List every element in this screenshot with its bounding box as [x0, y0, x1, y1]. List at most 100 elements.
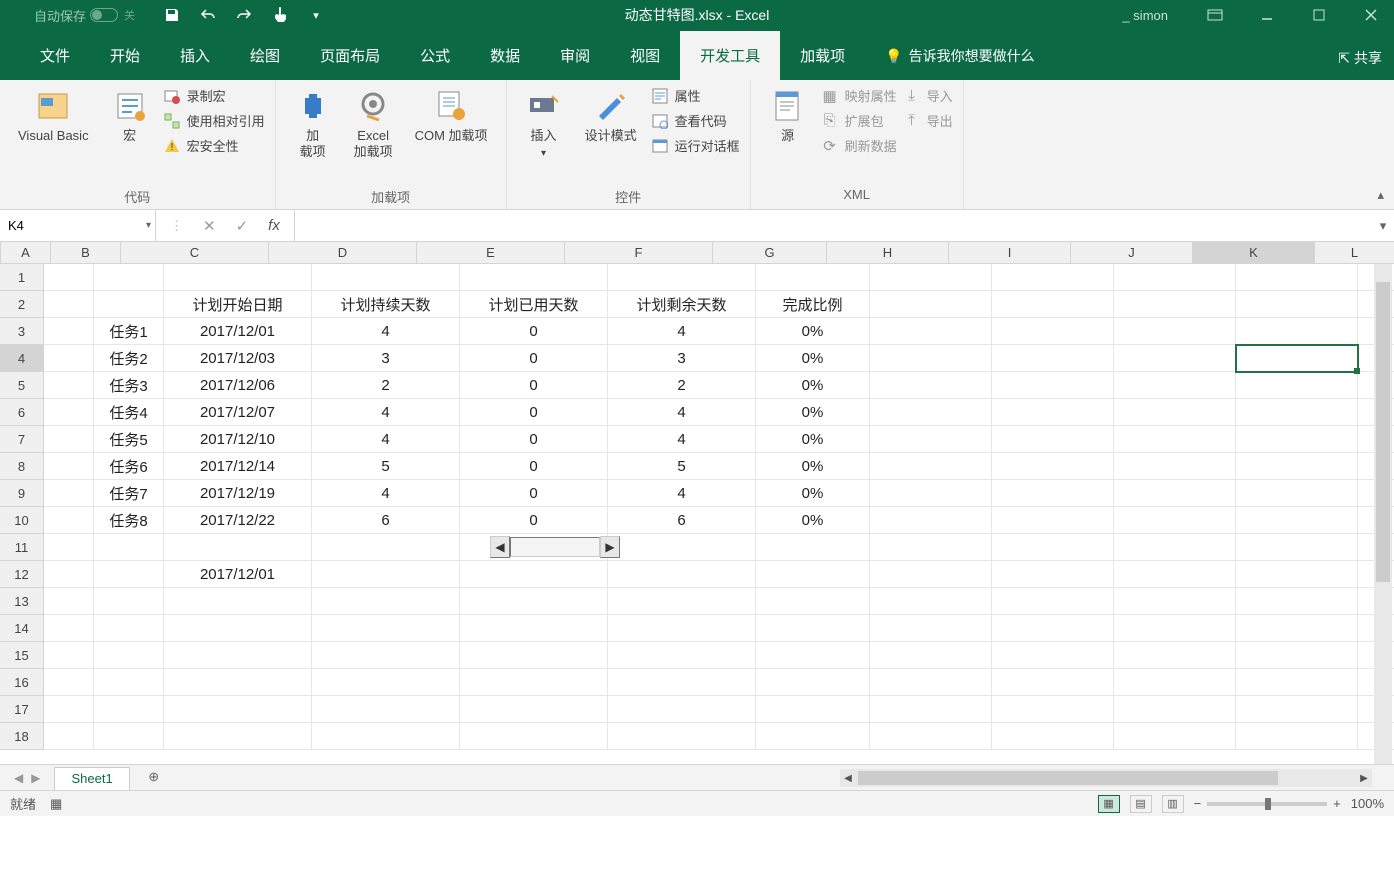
cell-C2[interactable]: 计划开始日期 [164, 291, 312, 318]
row-header-2[interactable]: 2 [0, 291, 44, 318]
cell-K2[interactable] [1236, 291, 1358, 318]
cell-G14[interactable] [756, 615, 870, 642]
cell-B18[interactable] [94, 723, 164, 750]
cell-E2[interactable]: 计划已用天数 [460, 291, 608, 318]
column-header-D[interactable]: D [269, 242, 417, 264]
row-header-15[interactable]: 15 [0, 642, 44, 669]
cell-G7[interactable]: 0% [756, 426, 870, 453]
cell-H15[interactable] [870, 642, 992, 669]
form-scrollbar-control[interactable]: ◀▶ [490, 536, 620, 558]
com-addins-button[interactable]: COM 加载项 [407, 84, 496, 187]
cell-A15[interactable] [44, 642, 94, 669]
cell-E4[interactable]: 0 [460, 345, 608, 372]
normal-view-button[interactable]: ▦ [1098, 795, 1120, 813]
cell-I3[interactable] [992, 318, 1114, 345]
cell-A8[interactable] [44, 453, 94, 480]
row-header-18[interactable]: 18 [0, 723, 44, 750]
cell-D7[interactable]: 4 [312, 426, 460, 453]
xml-source-button[interactable]: 源 [761, 84, 815, 187]
cell-C9[interactable]: 2017/12/19 [164, 480, 312, 507]
cell-A14[interactable] [44, 615, 94, 642]
cell-C8[interactable]: 2017/12/14 [164, 453, 312, 480]
cell-I9[interactable] [992, 480, 1114, 507]
cell-D17[interactable] [312, 696, 460, 723]
cell-G10[interactable]: 0% [756, 507, 870, 534]
cell-K9[interactable] [1236, 480, 1358, 507]
cell-B17[interactable] [94, 696, 164, 723]
cell-E14[interactable] [460, 615, 608, 642]
tab-formulas[interactable]: 公式 [400, 31, 470, 80]
cell-A10[interactable] [44, 507, 94, 534]
cell-H14[interactable] [870, 615, 992, 642]
tab-draw[interactable]: 绘图 [230, 31, 300, 80]
column-header-H[interactable]: H [827, 242, 949, 264]
cell-A1[interactable] [44, 264, 94, 291]
cell-K4[interactable] [1236, 345, 1358, 372]
row-header-3[interactable]: 3 [0, 318, 44, 345]
cell-G5[interactable]: 0% [756, 372, 870, 399]
scrollbar-left-icon[interactable]: ◀ [490, 536, 510, 558]
cell-E7[interactable]: 0 [460, 426, 608, 453]
cell-I17[interactable] [992, 696, 1114, 723]
page-break-view-button[interactable]: ▥ [1162, 795, 1184, 813]
cell-J9[interactable] [1114, 480, 1236, 507]
cell-A2[interactable] [44, 291, 94, 318]
design-mode-button[interactable]: 设计模式 [577, 84, 645, 187]
cell-F4[interactable]: 3 [608, 345, 756, 372]
cell-D14[interactable] [312, 615, 460, 642]
hscroll-left-icon[interactable]: ◀ [840, 770, 856, 786]
cell-D1[interactable] [312, 264, 460, 291]
cell-K17[interactable] [1236, 696, 1358, 723]
column-header-K[interactable]: K [1193, 242, 1315, 264]
cell-I6[interactable] [992, 399, 1114, 426]
cell-H17[interactable] [870, 696, 992, 723]
cell-I15[interactable] [992, 642, 1114, 669]
row-header-6[interactable]: 6 [0, 399, 44, 426]
minimize-icon[interactable] [1252, 5, 1282, 25]
cell-J14[interactable] [1114, 615, 1236, 642]
cell-G1[interactable] [756, 264, 870, 291]
zoom-in-icon[interactable]: + [1333, 796, 1341, 811]
cell-C13[interactable] [164, 588, 312, 615]
cell-J4[interactable] [1114, 345, 1236, 372]
cell-E15[interactable] [460, 642, 608, 669]
tab-insert[interactable]: 插入 [160, 31, 230, 80]
cells-area[interactable]: 计划开始日期计划持续天数计划已用天数计划剩余天数完成比例任务12017/12/0… [44, 264, 1394, 764]
cell-H8[interactable] [870, 453, 992, 480]
cell-J18[interactable] [1114, 723, 1236, 750]
cell-A6[interactable] [44, 399, 94, 426]
cell-B5[interactable]: 任务3 [94, 372, 164, 399]
cancel-formula-icon[interactable]: ✕ [203, 217, 216, 235]
cell-F16[interactable] [608, 669, 756, 696]
cell-A16[interactable] [44, 669, 94, 696]
cell-H13[interactable] [870, 588, 992, 615]
cell-J5[interactable] [1114, 372, 1236, 399]
select-all-button[interactable] [0, 242, 1, 264]
cell-J11[interactable] [1114, 534, 1236, 561]
column-header-J[interactable]: J [1071, 242, 1193, 264]
tab-layout[interactable]: 页面布局 [300, 31, 400, 80]
macro-security-button[interactable]: ! 宏安全性 [163, 136, 265, 155]
autosave-toggle[interactable]: 自动保存 关 [34, 6, 135, 25]
row-header-7[interactable]: 7 [0, 426, 44, 453]
cell-C3[interactable]: 2017/12/01 [164, 318, 312, 345]
ribbon-options-icon[interactable] [1200, 5, 1230, 25]
cell-H4[interactable] [870, 345, 992, 372]
insert-control-button[interactable]: 插入▾ [517, 84, 571, 187]
cell-G8[interactable]: 0% [756, 453, 870, 480]
cell-A11[interactable] [44, 534, 94, 561]
cell-B16[interactable] [94, 669, 164, 696]
cell-H16[interactable] [870, 669, 992, 696]
cell-C12[interactable]: 2017/12/01 [164, 561, 312, 588]
cell-H7[interactable] [870, 426, 992, 453]
cell-F3[interactable]: 4 [608, 318, 756, 345]
row-header-8[interactable]: 8 [0, 453, 44, 480]
cell-K16[interactable] [1236, 669, 1358, 696]
cell-A18[interactable] [44, 723, 94, 750]
cell-B13[interactable] [94, 588, 164, 615]
cell-E17[interactable] [460, 696, 608, 723]
cell-D6[interactable]: 4 [312, 399, 460, 426]
cell-C4[interactable]: 2017/12/03 [164, 345, 312, 372]
cell-K7[interactable] [1236, 426, 1358, 453]
cell-E8[interactable]: 0 [460, 453, 608, 480]
